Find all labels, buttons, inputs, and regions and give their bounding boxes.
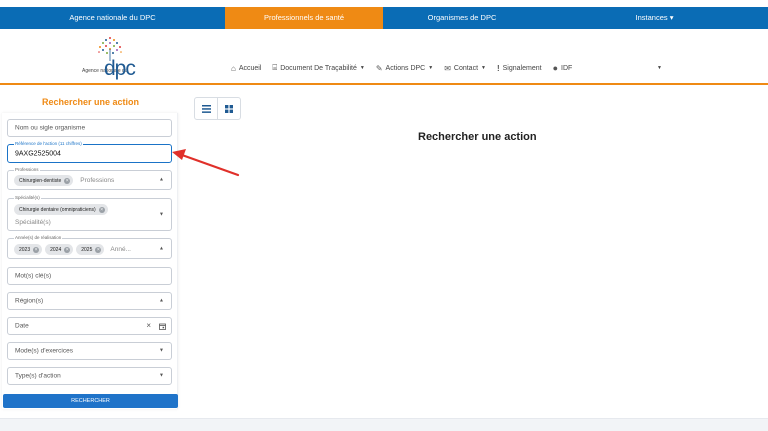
chip-remove-icon[interactable]: × xyxy=(64,177,71,184)
nav-tracabilite-label: Document De Traçabilité xyxy=(280,64,357,72)
nav-accueil[interactable]: ⌂ Accueil xyxy=(231,64,261,73)
nav-signalement-label: Signalement xyxy=(502,64,542,72)
region-select[interactable]: Région(s) ▲ xyxy=(7,292,172,310)
caret-down-icon: ▲ xyxy=(159,176,164,183)
caret-down-icon: ▼ xyxy=(159,210,164,217)
dpc-logo[interactable]: Agence nationale du dpc xyxy=(80,33,140,83)
region-placeholder: Région(s) xyxy=(15,297,44,305)
footer-bar xyxy=(0,418,768,431)
types-select[interactable]: Type(s) d'action ▼ xyxy=(7,367,172,385)
nav-actions-label: Actions DPC xyxy=(385,64,426,72)
home-icon: ⌂ xyxy=(231,63,236,73)
nav-tracabilite[interactable]: ⌸ Document De Traçabilité ▼ xyxy=(272,63,364,73)
annees-select[interactable]: Année(s) de réalisation 2023 × 2024 × 2025… xyxy=(7,235,172,259)
annees-placeholder: Anné... xyxy=(110,246,131,253)
reference-label: Référence de l'action (11 chiffres) xyxy=(14,141,83,146)
annee-chip-label: 2024 xyxy=(50,246,62,253)
annee-chip-label: 2023 xyxy=(19,246,31,253)
chip-remove-icon[interactable]: × xyxy=(33,246,40,253)
annee-chip[interactable]: 2025 × xyxy=(76,244,105,255)
nav-contact-label: Contact xyxy=(453,64,479,72)
topnav-agence[interactable]: Agence nationale du DPC xyxy=(0,7,225,29)
chip-remove-icon[interactable]: × xyxy=(98,206,105,213)
nav-accueil-label: Accueil xyxy=(238,64,262,72)
specialites-select[interactable]: Spécialité(s) Chirurgie dentaire (omnipr… xyxy=(7,195,172,231)
modes-placeholder: Mode(s) d'exercices xyxy=(15,347,73,355)
sidebar-title: Rechercher une action xyxy=(42,97,140,107)
date-input[interactable]: Date × xyxy=(7,317,172,335)
edit-icon: ✎ xyxy=(375,63,383,73)
motscles-placeholder: Mot(s) clé(s) xyxy=(15,272,52,280)
annee-chip[interactable]: 2024 × xyxy=(45,244,74,255)
caret-down-icon: ▲ xyxy=(159,297,164,304)
chip-remove-icon[interactable]: × xyxy=(95,246,102,253)
professions-placeholder: Professions xyxy=(80,177,115,184)
specialites-placeholder: Spécialité(s) xyxy=(15,219,51,226)
list-icon xyxy=(201,104,211,113)
specialites-label: Spécialité(s) xyxy=(14,195,41,200)
header-divider xyxy=(0,83,768,85)
topnav-organismes[interactable]: Organismes de DPC xyxy=(383,7,541,29)
professions-select[interactable]: Professions Chirurgien-dentiste × Profess… xyxy=(7,167,172,190)
profession-chip[interactable]: Chirurgien-dentiste × xyxy=(14,175,74,186)
annees-label: Année(s) de réalisation xyxy=(14,235,63,240)
caret-down-icon: ▼ xyxy=(481,65,486,71)
chip-remove-icon[interactable]: × xyxy=(64,246,71,253)
organisme-placeholder: Nom ou sigle organisme xyxy=(15,124,86,132)
profession-chip-label: Chirurgien-dentiste xyxy=(19,177,62,184)
caret-down-icon: ▼ xyxy=(159,347,164,354)
types-placeholder: Type(s) d'action xyxy=(15,372,61,380)
envelope-icon: ✉ xyxy=(444,63,451,73)
exclamation-icon: ! xyxy=(496,63,500,73)
reference-value: 9AXG2525004 xyxy=(15,150,61,157)
page-title: Rechercher une action xyxy=(418,131,537,143)
grid-view-button[interactable] xyxy=(217,98,240,119)
nav-actions[interactable]: ✎ Actions DPC ▼ xyxy=(376,64,433,73)
caret-down-icon: ▲ xyxy=(159,244,164,251)
organisme-input[interactable]: Nom ou sigle organisme xyxy=(7,119,172,137)
modes-select[interactable]: Mode(s) d'exercices ▼ xyxy=(7,342,172,360)
caret-down-icon: ▼ xyxy=(159,372,164,379)
nav-signalement[interactable]: ! Signalement xyxy=(497,64,542,73)
nav-contact[interactable]: ✉ Contact ▼ xyxy=(444,64,486,73)
topnav-professionnels[interactable]: Professionnels de santé xyxy=(225,7,383,29)
specialite-chip[interactable]: Chirurgie dentaire (omnipraticiens) × xyxy=(14,204,108,215)
main-navigation: ⌂ Accueil ⌸ Document De Traçabilité ▼ ✎ … xyxy=(231,63,662,73)
user-caret-down-icon[interactable]: ▼ xyxy=(657,65,662,71)
institution-icon: ⌸ xyxy=(272,63,278,72)
reference-input[interactable]: Référence de l'action (11 chiffres) 9AXG… xyxy=(7,141,172,163)
search-panel: Nom ou sigle organisme Référence de l'ac… xyxy=(2,113,178,409)
search-button[interactable]: RECHERCHER xyxy=(3,394,178,408)
logo-dpc-text: dpc xyxy=(104,57,136,80)
annee-chip-label: 2025 xyxy=(81,246,93,253)
topnav-instances[interactable]: Instances ▾ xyxy=(541,7,768,29)
caret-down-icon: ▼ xyxy=(428,65,434,71)
date-placeholder: Date xyxy=(15,322,29,330)
caret-down-icon: ▼ xyxy=(359,65,365,71)
clear-icon[interactable]: × xyxy=(146,321,151,330)
calendar-icon[interactable] xyxy=(159,323,166,330)
motscles-input[interactable]: Mot(s) clé(s) xyxy=(7,267,172,285)
top-navigation: Agence nationale du DPC Professionnels d… xyxy=(0,7,768,29)
annee-chip[interactable]: 2023 × xyxy=(14,244,43,255)
user-icon: ● xyxy=(552,63,558,73)
nav-user-label: IDF xyxy=(561,64,573,72)
list-view-button[interactable] xyxy=(195,98,217,119)
view-toggle xyxy=(194,97,241,120)
nav-user[interactable]: ● IDF xyxy=(553,63,573,73)
grid-icon xyxy=(225,104,233,113)
professions-label: Professions xyxy=(14,167,40,172)
specialite-chip-label: Chirurgie dentaire (omnipraticiens) xyxy=(19,206,96,213)
